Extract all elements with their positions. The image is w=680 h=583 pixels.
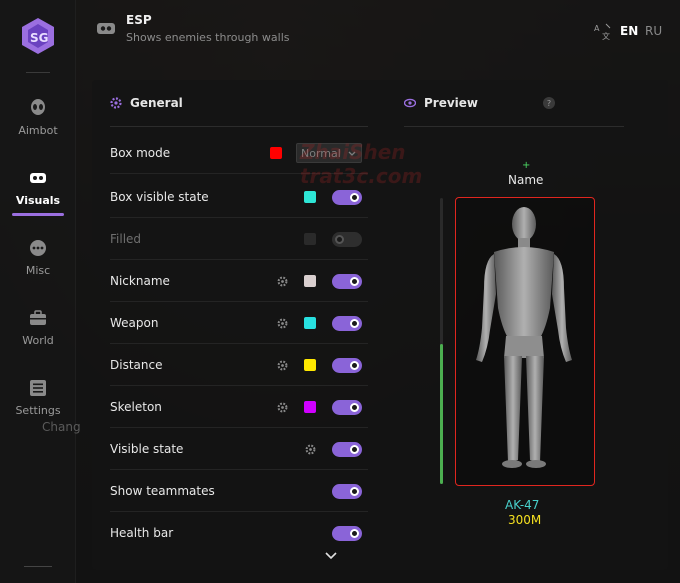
toggle-switch[interactable] [332,273,362,289]
changelog-label[interactable]: Chang [42,420,81,434]
setting-label: Health bar [110,526,174,540]
alien-icon [28,98,48,118]
sidebar-item-world[interactable]: World [6,304,70,356]
preview-title: Preview [424,96,479,110]
toggle-switch[interactable] [332,525,362,541]
chevron-down-icon [348,147,356,160]
color-swatch[interactable] [304,317,316,329]
setting-row-box-visible-state: Box visible state [110,176,368,218]
toggle-switch[interactable] [332,231,362,247]
sidebar-item-label: Visuals [15,194,61,207]
app-logo: SG [18,16,58,56]
color-swatch[interactable] [304,275,316,287]
character-model [476,207,572,468]
toggle-switch[interactable] [332,441,362,457]
logo-divider [26,72,50,73]
vr-headset-icon [96,20,116,36]
gear-icon[interactable] [304,443,316,455]
color-swatch[interactable] [270,147,282,159]
setting-label: Filled [110,231,142,246]
color-swatch[interactable] [304,401,316,413]
setting-row-distance: Distance [110,344,368,386]
preview-header: Preview [404,80,478,126]
preview-section: Preview + Name AK-47 300M [392,80,668,570]
lang-ru-button[interactable]: RU [645,24,662,38]
setting-label: Visible state [110,441,184,456]
setting-row-skeleton: Skeleton [110,386,368,428]
sidebar-item-label: Aimbot [18,124,58,137]
setting-row-box-mode: Box mode Normal [110,132,368,174]
gear-icon[interactable] [276,275,288,287]
sidebar-item-label: World [22,334,54,347]
toggle-switch[interactable] [332,483,362,499]
toggle-switch[interactable] [332,399,362,415]
general-section: General Box mode Normal Box visible stat… [104,80,368,570]
page-title: ESP [126,13,152,27]
lang-en-button[interactable]: EN [620,24,638,38]
esp-box [455,197,595,486]
general-header: General [110,80,183,126]
svg-text:文: 文 [602,31,610,40]
setting-label: Box mode [110,145,171,160]
setting-label: Box visible state [110,189,209,204]
gear-icon[interactable] [276,317,288,329]
box-mode-select[interactable]: Normal [296,143,362,163]
dots-icon [28,238,48,258]
sidebar-item-aimbot[interactable]: Aimbot [6,94,70,146]
setting-label: Weapon [110,315,159,330]
setting-label: Distance [110,357,163,372]
sidebar-item-visuals[interactable]: Visuals [6,164,70,216]
toggle-switch[interactable] [332,189,362,205]
toggle-switch[interactable] [332,315,362,331]
health-bar-fill [440,344,443,484]
esp-weapon-label: AK-47 [505,498,540,512]
color-swatch[interactable] [304,191,316,203]
sidebar-item-label: Misc [25,264,51,277]
general-title: General [130,96,183,110]
setting-row-visible-state: Visible state [110,428,368,470]
help-icon[interactable]: ? [543,97,555,109]
divider [110,126,368,127]
gear-icon [110,97,122,109]
color-swatch[interactable] [304,233,316,245]
sidebar-item-label: Settings [15,404,61,417]
setting-row-filled: Filled [110,218,368,260]
page-subtitle: Shows enemies through walls [126,31,290,44]
divider [404,126,624,127]
sidebar-item-misc[interactable]: Misc [6,234,70,286]
sidebar-item-settings[interactable]: Settings [6,374,70,426]
svg-text:SG: SG [30,31,49,45]
eye-icon [404,97,416,109]
vr-headset-icon [28,168,48,188]
chevron-down-icon[interactable] [324,546,338,560]
list-icon [28,378,48,398]
app-window: SG Aimbot Visuals Misc World Settings Ch… [0,0,680,583]
setting-row-show-teammates: Show teammates [110,470,368,512]
setting-label: Skeleton [110,399,162,414]
gear-icon[interactable] [276,401,288,413]
sidebar-divider [24,566,52,567]
header: ESP Shows enemies through walls A文 EN RU [76,0,680,64]
toggle-switch[interactable] [332,357,362,373]
briefcase-icon [28,308,48,328]
sidebar: SG Aimbot Visuals Misc World Settings Ch… [0,0,81,583]
esp-name-label: Name [508,173,544,187]
setting-label: Show teammates [110,483,215,498]
select-value: Normal [301,146,341,160]
svg-text:A: A [594,24,600,33]
translate-icon: A文 [594,22,612,41]
main-panel: General Box mode Normal Box visible stat… [92,80,668,570]
gear-icon[interactable] [276,359,288,371]
plus-marker: + [522,160,531,171]
setting-row-nickname: Nickname [110,260,368,302]
setting-row-weapon: Weapon [110,302,368,344]
setting-label: Nickname [110,273,170,288]
esp-distance-label: 300M [508,513,542,527]
color-swatch[interactable] [304,359,316,371]
